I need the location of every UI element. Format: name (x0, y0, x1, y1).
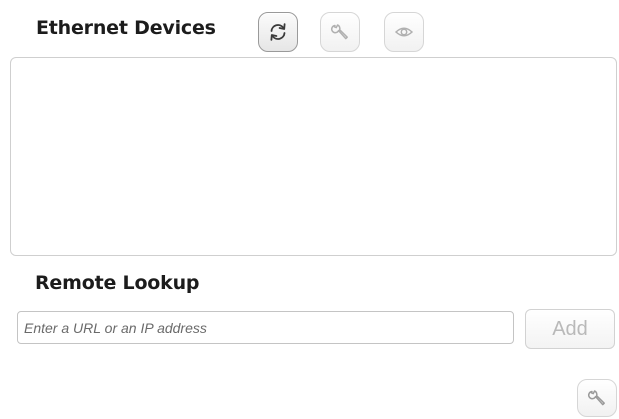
url-ip-input[interactable] (17, 311, 514, 344)
ethernet-device-list[interactable] (10, 57, 617, 256)
lookup-configure-button[interactable] (577, 379, 617, 417)
refresh-icon (267, 21, 289, 43)
add-button[interactable]: Add (525, 309, 615, 349)
wrench-icon (329, 21, 351, 43)
eye-icon (393, 21, 415, 43)
ethernet-devices-panel: Ethernet Devices Remote Lookup Enter a U… (0, 0, 619, 419)
view-button[interactable] (384, 12, 424, 52)
remote-lookup-title: Remote Lookup (35, 272, 200, 294)
configure-button[interactable] (320, 12, 360, 52)
wrench-icon (586, 387, 608, 409)
refresh-button[interactable] (258, 12, 298, 52)
ethernet-devices-title: Ethernet Devices (36, 17, 216, 39)
